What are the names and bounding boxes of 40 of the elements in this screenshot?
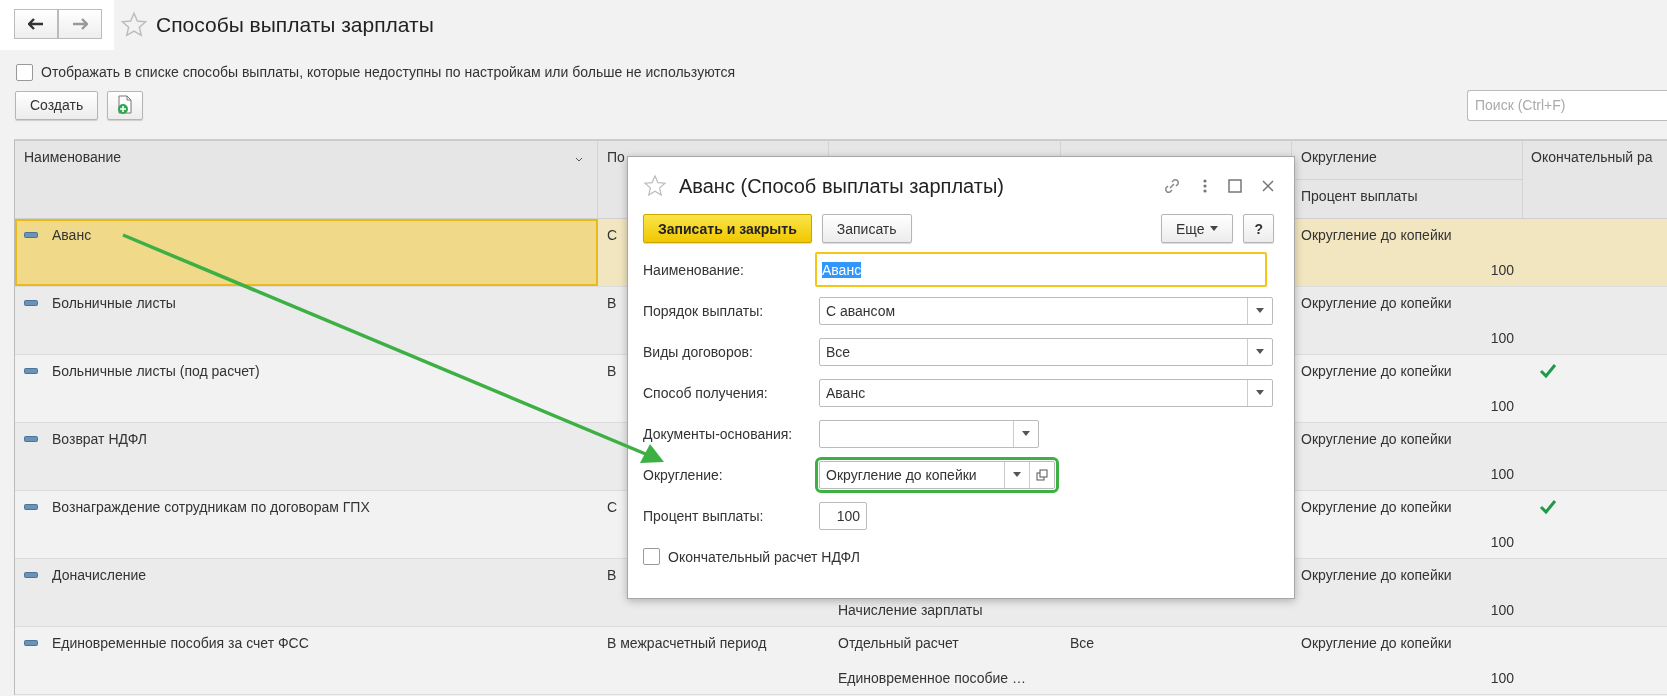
table-cell: 100 (1490, 534, 1514, 550)
table-cell: Округление до копейки (1301, 635, 1452, 651)
table-cell: Единовременное пособие … (838, 670, 1026, 686)
table-cell: 100 (1490, 398, 1514, 414)
field-label: Округление: (643, 466, 724, 483)
table-cell: Отдельный расчет (838, 635, 959, 651)
table-cell: Округление до копейки (1301, 295, 1452, 311)
table-cell: Округление до копейки (1301, 431, 1452, 447)
table-cell: 100 (1490, 602, 1514, 618)
table-cell: В (607, 363, 617, 379)
field-label: Процент выплаты: (643, 507, 765, 524)
table-cell: С (607, 499, 618, 515)
table-cell: Возврат НДФЛ (52, 431, 148, 447)
table-cell: В (607, 295, 617, 311)
table-cell: Больничные листы (52, 295, 176, 311)
table-cell: Округление до копейки (1301, 499, 1452, 515)
checkbox-label: Отображать в списке способы выплаты, которые недоступны по настройкам или больше не используются (41, 64, 736, 80)
field-label: Наименование: (643, 261, 745, 278)
table-cell: С (607, 227, 618, 243)
table-cell: Начисление зарплаты (838, 602, 983, 618)
table-cell: Единовременные пособия за счет ФСС (52, 635, 309, 651)
table-cell: Аванс (52, 227, 92, 243)
table-cell: Доначисление (52, 567, 147, 583)
table-cell: 100 (1490, 670, 1514, 686)
field-label: Документы-основания: (643, 425, 794, 442)
table-cell: Округление до копейки (1301, 567, 1452, 583)
field-label: Порядок выплаты: (643, 302, 765, 319)
table-cell: 100 (1490, 466, 1514, 482)
table-cell: 100 (1490, 330, 1514, 346)
table-cell: Вознаграждение сотрудникам по договорам ГПХ (52, 499, 370, 515)
table-cell: В (607, 567, 617, 583)
dialog-title: Аванс (Способ выплаты зарплаты) (679, 174, 1004, 198)
table-cell: Округление до копейки (1301, 227, 1452, 243)
table-cell: 100 (1490, 262, 1514, 278)
table-cell: В межрасчетный период (607, 635, 767, 651)
field-label: Способ получения: (643, 384, 769, 401)
page-title: Способы выплаты зарплаты (156, 13, 434, 37)
table-cell: Округление до копейки (1301, 363, 1452, 379)
table-cell: Больничные листы (под расчет) (52, 363, 260, 379)
table-cell: Все (1070, 635, 1095, 651)
